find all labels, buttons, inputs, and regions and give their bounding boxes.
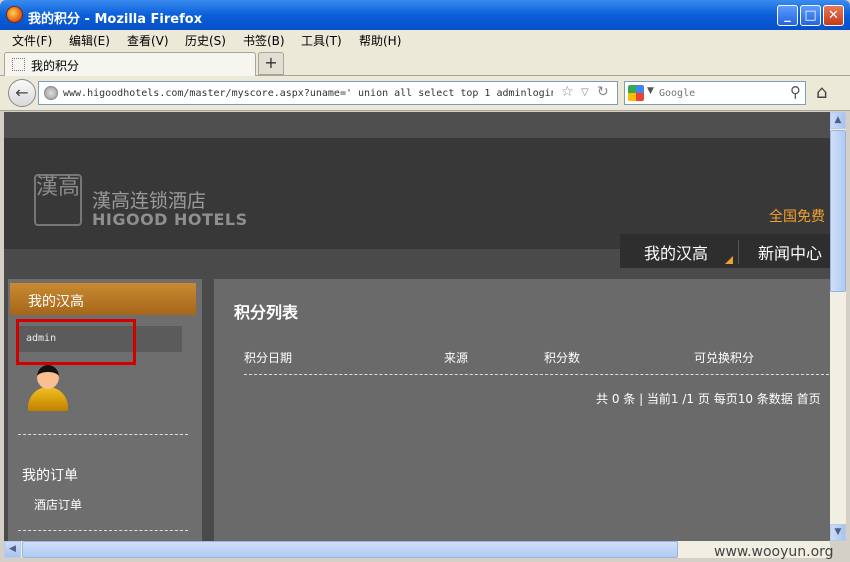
menu-history[interactable]: 历史(S) xyxy=(185,32,226,49)
new-tab-button[interactable]: + xyxy=(258,52,284,75)
logo-english-name[interactable]: HIGOOD HOTELS xyxy=(92,210,248,229)
sidebar-header[interactable]: 我的汉高 xyxy=(10,283,196,315)
menu-bookmarks[interactable]: 书签(B) xyxy=(243,32,285,49)
page-viewport: 漢高 漢高连锁酒店 HIGOOD HOTELS 全国免费 我的汉高 新闻中心 我… xyxy=(4,112,830,541)
highlight-annotation-box xyxy=(16,319,136,365)
watermark: www.wooyun.org xyxy=(714,544,834,560)
table-divider xyxy=(244,374,830,375)
nav-news-center[interactable]: 新闻中心 xyxy=(758,240,822,264)
divider xyxy=(18,434,188,435)
hotline-text: 全国免费 xyxy=(769,209,825,225)
avatar-icon xyxy=(26,365,70,413)
sidebar-orders-heading: 我的订单 xyxy=(22,468,78,484)
menu-bar: 文件(F) 编辑(E) 查看(V) 历史(S) 书签(B) 工具(T) 帮助(H… xyxy=(0,30,850,50)
minimize-button[interactable]: _ xyxy=(777,5,798,26)
column-header-date: 积分日期 xyxy=(244,351,293,365)
nav-my-higood[interactable]: 我的汉高 xyxy=(644,240,708,264)
engine-dropdown-icon[interactable]: ▼ xyxy=(647,86,654,96)
url-dropdown-icon[interactable]: ▽ xyxy=(581,87,589,98)
column-header-redeemable: 可兑换积分 xyxy=(694,351,755,365)
page-title: 积分列表 xyxy=(234,303,299,322)
nav-separator xyxy=(738,240,739,264)
tab-my-points[interactable]: 我的积分 xyxy=(4,52,256,76)
url-input[interactable] xyxy=(63,85,553,101)
logo-chinese-name[interactable]: 漢高连锁酒店 xyxy=(92,186,206,213)
vertical-scrollbar[interactable]: ▲ ▼ xyxy=(830,112,846,541)
menu-tools[interactable]: 工具(T) xyxy=(301,32,342,49)
sidebar: 我的汉高 admin 我的订单 酒店订单 xyxy=(8,279,202,541)
site-header: 漢高 漢高连锁酒店 HIGOOD HOTELS 全国免费 我的汉高 新闻中心 xyxy=(4,138,830,268)
site-identity-icon[interactable] xyxy=(44,86,58,100)
column-header-source: 来源 xyxy=(444,351,469,365)
maximize-button[interactable]: □ xyxy=(800,5,821,26)
star-icon[interactable]: ☆ xyxy=(561,84,574,100)
column-header-points: 积分数 xyxy=(544,351,581,365)
scroll-down-icon[interactable]: ▼ xyxy=(830,524,846,541)
search-input[interactable] xyxy=(659,86,779,101)
page-favicon-icon xyxy=(12,58,25,71)
google-engine-icon[interactable] xyxy=(628,85,644,101)
home-icon[interactable]: ⌂ xyxy=(816,82,827,103)
close-button[interactable]: ✕ xyxy=(823,5,844,26)
menu-file[interactable]: 文件(F) xyxy=(12,32,52,49)
navigation-bar: ← ☆ ▽ ↻ ▼ ⚲ ⌂ xyxy=(0,76,850,111)
divider xyxy=(18,530,188,531)
url-bar[interactable]: ☆ ▽ ↻ xyxy=(38,81,618,105)
tab-strip: 我的积分 + xyxy=(0,50,850,76)
top-nav: 我的汉高 新闻中心 xyxy=(620,234,830,268)
reload-icon[interactable]: ↻ xyxy=(597,84,609,100)
search-bar[interactable]: ▼ ⚲ xyxy=(624,81,806,105)
menu-view[interactable]: 查看(V) xyxy=(127,32,169,49)
nav-active-arrow-icon xyxy=(725,256,733,264)
magnifier-icon[interactable]: ⚲ xyxy=(790,83,801,101)
window-title: 我的积分 - Mozilla Firefox xyxy=(28,12,203,27)
menu-edit[interactable]: 编辑(E) xyxy=(69,32,110,49)
vertical-scroll-thumb[interactable] xyxy=(830,130,846,292)
horizontal-scrollbar[interactable]: ◀ xyxy=(4,541,830,558)
main-panel: 积分列表 积分日期 来源 积分数 可兑换积分 共 0 条 | 当前1 /1 页 … xyxy=(214,279,830,541)
menu-help[interactable]: 帮助(H) xyxy=(359,32,401,49)
back-arrow-icon[interactable]: ← xyxy=(8,79,36,107)
sidebar-item-hotel-orders[interactable]: 酒店订单 xyxy=(34,496,82,513)
horizontal-scroll-thumb[interactable] xyxy=(22,541,678,558)
window-titlebar: 我的积分 - Mozilla Firefox _ □ ✕ xyxy=(0,0,850,30)
firefox-icon xyxy=(6,6,23,23)
tab-label: 我的积分 xyxy=(31,59,80,73)
logo-mark[interactable]: 漢高 xyxy=(34,174,82,226)
scroll-up-icon[interactable]: ▲ xyxy=(830,112,846,129)
top-strip xyxy=(4,112,830,138)
scroll-left-icon[interactable]: ◀ xyxy=(4,541,21,558)
pagination-text: 共 0 条 | 当前1 /1 页 每页10 条数据 首页 xyxy=(596,392,821,406)
